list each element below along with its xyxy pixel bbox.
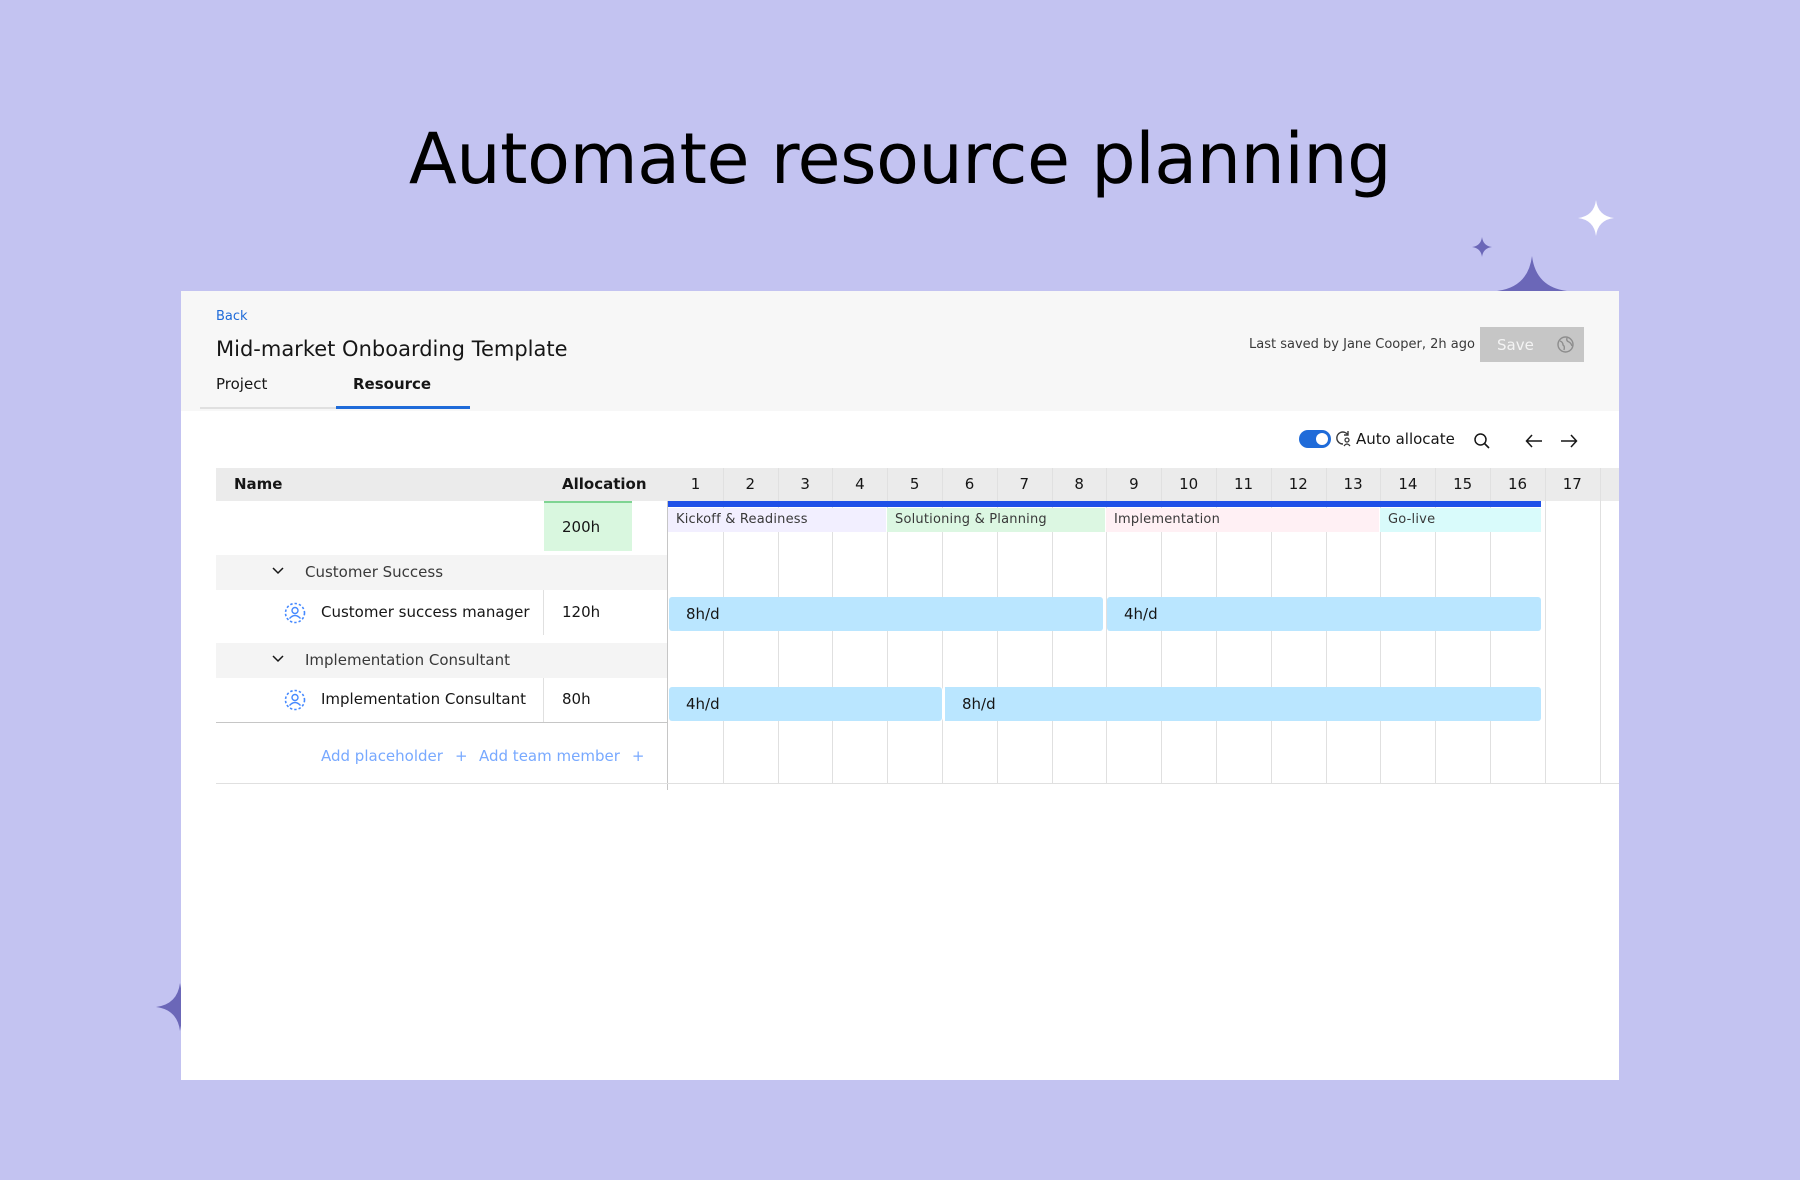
week-gridline	[1599, 468, 1601, 784]
arrow-right-icon[interactable]	[1560, 433, 1578, 449]
save-status: Last saved by Jane Cooper, 2h ago	[1249, 337, 1475, 352]
week-header: 1	[690, 475, 701, 493]
save-button[interactable]: Save	[1480, 327, 1584, 362]
allocation-bar[interactable]: 8h/d	[669, 597, 1103, 631]
add-placeholder-label: Add placeholder	[321, 747, 443, 765]
divider	[543, 678, 544, 722]
page-header: Back Mid-market Onboarding Template Proj…	[181, 291, 1619, 411]
group-label: Customer Success	[305, 563, 444, 581]
plus-icon: +	[631, 747, 645, 765]
group-label: Implementation Consultant	[305, 651, 510, 669]
week-header: 10	[1179, 475, 1199, 493]
add-placeholder-link[interactable]: Add placeholder +	[321, 747, 468, 765]
page-title: Mid-market Onboarding Template	[216, 337, 568, 361]
week-header: 13	[1343, 475, 1363, 493]
search-icon[interactable]	[1473, 432, 1491, 450]
group-row-implementation-consultant[interactable]: Implementation Consultant	[216, 643, 667, 678]
week-header: 17	[1562, 475, 1582, 493]
group-row-customer-success[interactable]: Customer Success	[216, 555, 667, 590]
placeholder-user-icon	[284, 602, 306, 624]
toggle-knob	[1316, 433, 1328, 445]
week-header: 6	[964, 475, 975, 493]
week-header: 16	[1507, 475, 1528, 493]
member-name[interactable]: Implementation Consultant	[321, 690, 526, 708]
week-header: 15	[1453, 475, 1473, 493]
divider	[216, 722, 667, 723]
tab-bar: Project Resource	[200, 369, 470, 411]
member-name[interactable]: Customer success manager	[321, 603, 530, 621]
auto-allocate-icon	[1336, 431, 1351, 447]
plus-icon: +	[454, 747, 468, 765]
save-button-label: Save	[1497, 335, 1534, 354]
back-link[interactable]: Back	[216, 309, 248, 324]
week-header: 2	[745, 475, 756, 493]
week-header: 3	[800, 475, 810, 493]
member-allocation: 80h	[562, 690, 591, 708]
tab-resource[interactable]: Resource	[336, 369, 470, 409]
phase-kickoff[interactable]: Kickoff & Readiness	[668, 508, 886, 532]
column-header-name: Name	[234, 475, 283, 493]
arrow-left-icon[interactable]	[1525, 433, 1543, 449]
divider	[216, 783, 1619, 784]
auto-allocate-toggle[interactable]	[1299, 430, 1331, 448]
allocation-bar[interactable]: 8h/d	[942, 687, 1541, 721]
week-gridline	[1544, 468, 1546, 784]
headline: Automate resource planning	[408, 118, 1392, 200]
phase-solutioning[interactable]: Solutioning & Planning	[887, 508, 1105, 532]
divider	[543, 590, 544, 635]
tab-project[interactable]: Project	[200, 369, 336, 409]
phase-implementation[interactable]: Implementation	[1106, 508, 1379, 532]
add-team-member-link[interactable]: Add team member +	[479, 747, 644, 765]
allocation-bar[interactable]: 4h/d	[669, 687, 942, 721]
week-header: 4	[855, 475, 865, 493]
total-allocation: 200h	[544, 501, 632, 551]
phase-go-live[interactable]: Go-live	[1380, 508, 1541, 532]
sparkle-icon	[1472, 237, 1492, 257]
chevron-down-icon[interactable]	[272, 655, 284, 663]
member-allocation: 120h	[562, 603, 601, 621]
sparkle-icon	[1578, 200, 1614, 236]
auto-allocate-label: Auto allocate	[1356, 430, 1455, 448]
week-header: 5	[909, 475, 920, 493]
resource-planner-window: Back Mid-market Onboarding Template Proj…	[181, 291, 1619, 1080]
column-header-allocation: Allocation	[562, 475, 647, 493]
week-header: 12	[1288, 475, 1308, 493]
timeline-progress-bar	[668, 501, 1541, 507]
placeholder-user-icon	[284, 689, 306, 711]
week-header: 8	[1074, 475, 1084, 493]
divider	[667, 501, 668, 790]
week-header: 14	[1398, 475, 1418, 493]
globe-icon	[1557, 336, 1574, 353]
chevron-down-icon[interactable]	[272, 567, 284, 575]
add-team-member-label: Add team member	[479, 747, 620, 765]
grid-header: Name Allocation 1 2 3 4 5 6 7 8 9 10 11 12 13 14 15 16 1…	[216, 468, 1619, 501]
allocation-bar[interactable]: 4h/d	[1107, 597, 1541, 631]
week-header: 7	[1019, 475, 1030, 493]
week-header: 9	[1129, 475, 1139, 493]
week-header: 11	[1233, 475, 1254, 493]
